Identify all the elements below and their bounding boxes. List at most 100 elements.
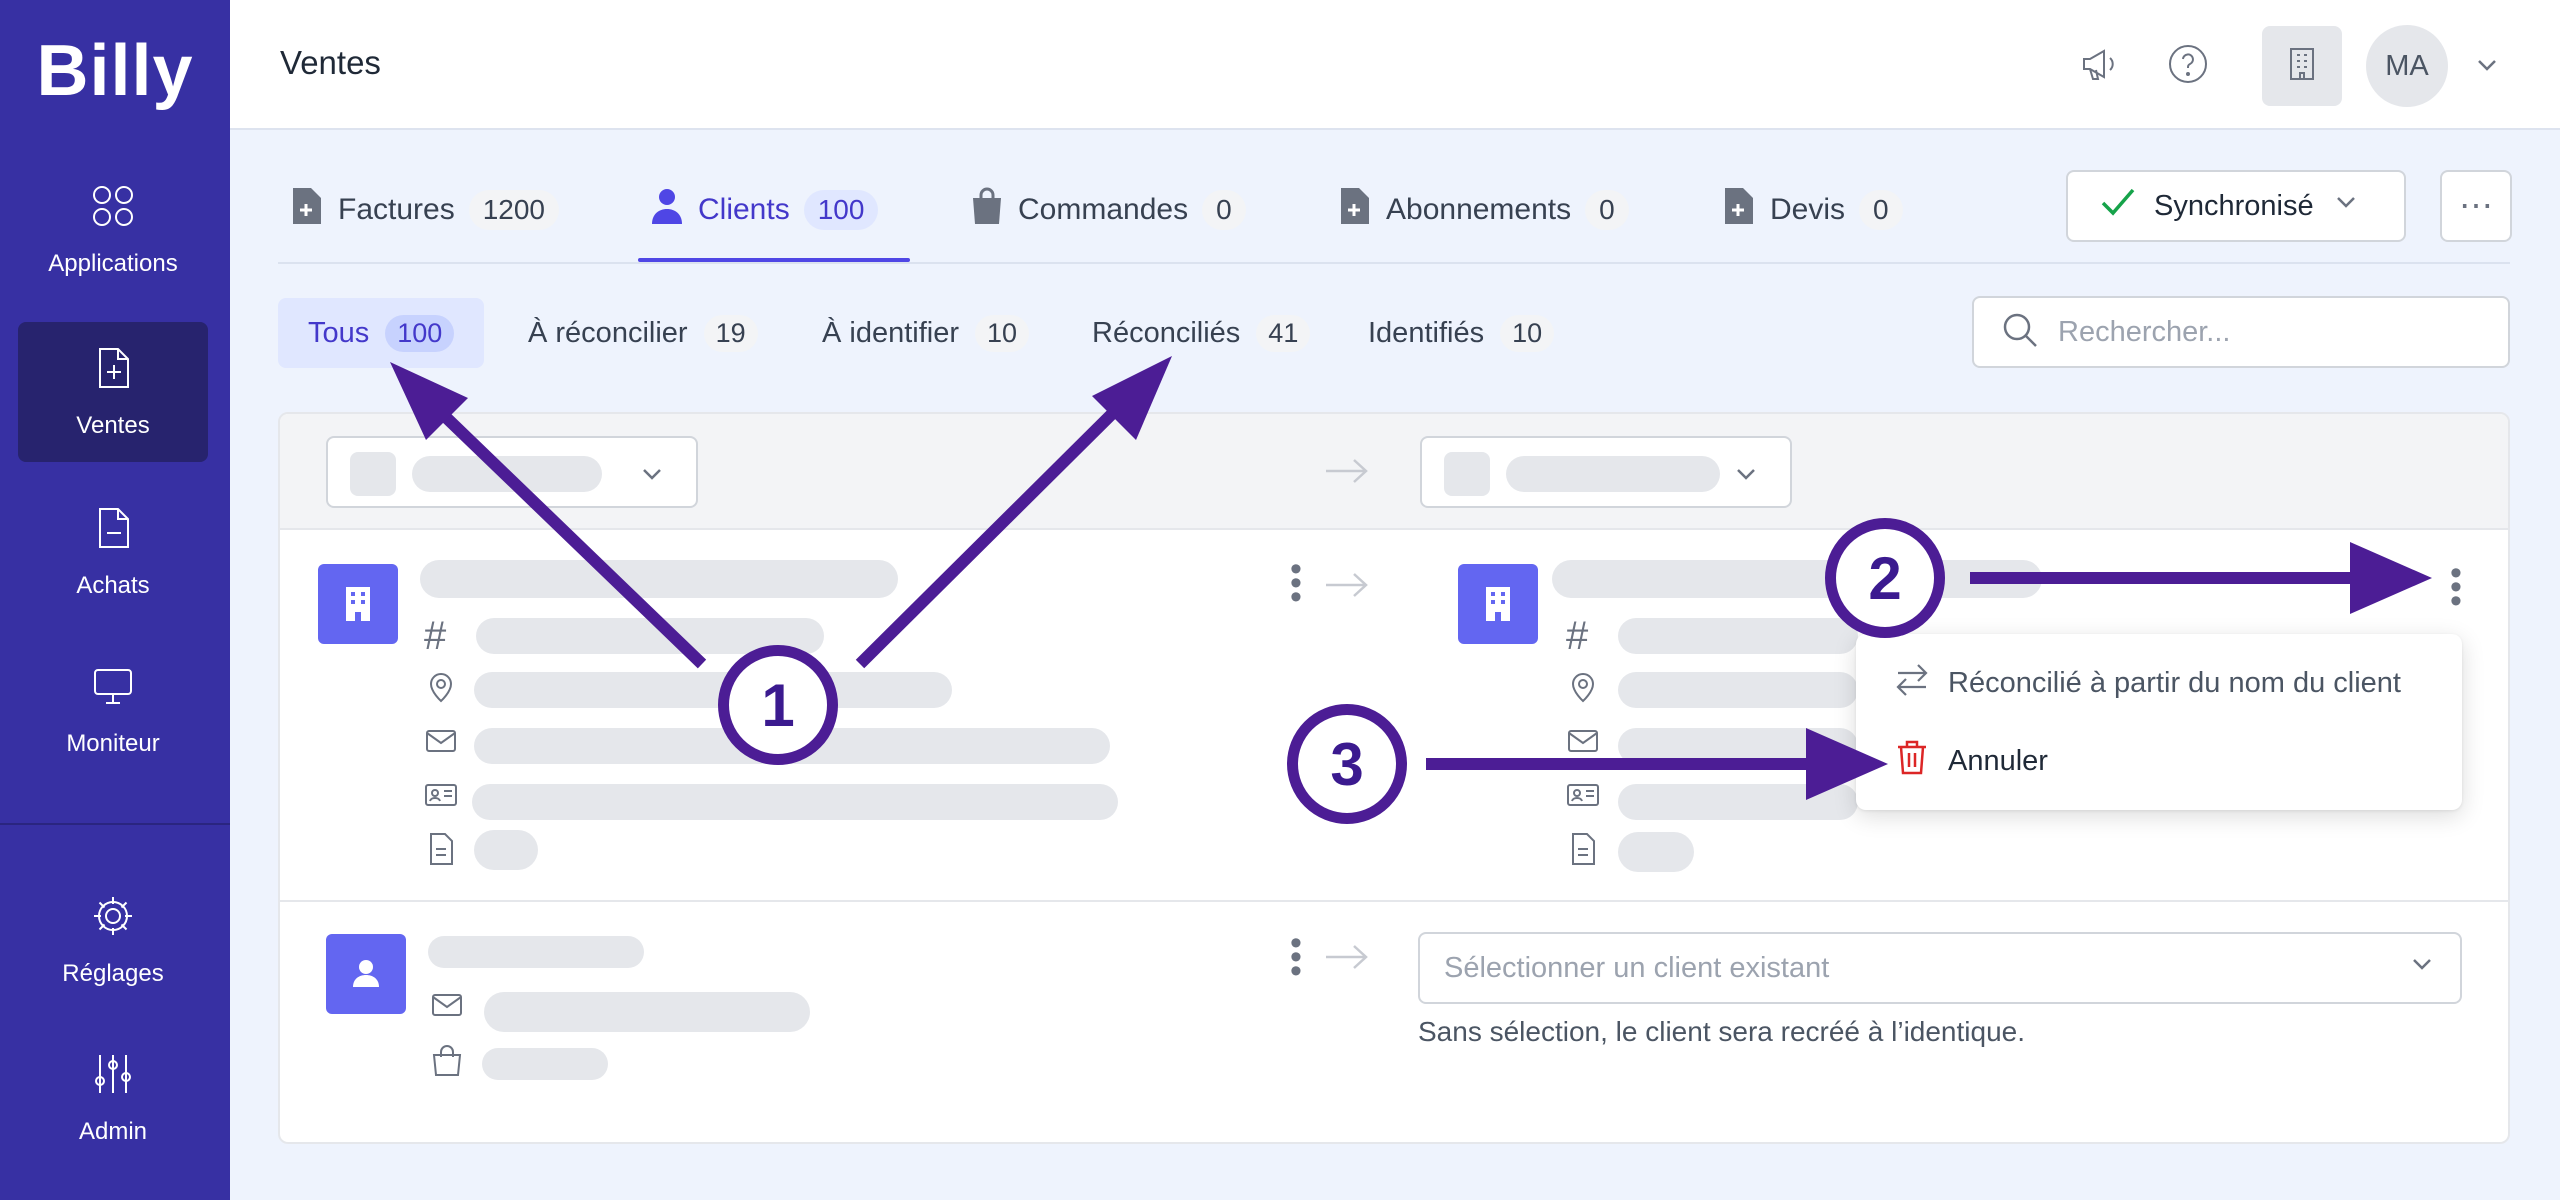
avatar[interactable]: MA: [2366, 25, 2448, 107]
chevron-down-icon[interactable]: [2472, 50, 2502, 85]
mail-icon: [424, 724, 458, 763]
target-select-placeholder[interactable]: [1420, 436, 1792, 508]
skeleton: [420, 560, 898, 598]
help-icon[interactable]: [2158, 34, 2218, 94]
skeleton: [484, 992, 810, 1032]
filter-reconcilies[interactable]: Réconciliés 41: [1062, 298, 1340, 368]
client-select-placeholder: Sélectionner un client existant: [1444, 951, 1830, 984]
document-icon: [1566, 832, 1600, 871]
sidebar: Billy Applications Ventes Achats Moniteu…: [0, 0, 230, 1200]
filter-count: 41: [1256, 314, 1311, 352]
annotation-badge-3: 3: [1287, 704, 1407, 824]
sidebar-item-label: Ventes: [76, 411, 150, 439]
sidebar-item-label: Moniteur: [66, 729, 160, 757]
filter-a-reconcilier[interactable]: À réconcilier 19: [498, 298, 788, 368]
arrow-right-icon: [1324, 570, 1370, 605]
tab-count: 0: [1585, 190, 1629, 230]
company-avatar: [1458, 564, 1538, 644]
row-divider: [280, 900, 2508, 902]
sliders-icon: [90, 1051, 136, 1104]
sidebar-item-applications[interactable]: Applications: [18, 160, 208, 300]
menu-item-reconciled[interactable]: Réconcilié à partir du nom du client: [1856, 644, 2462, 722]
filter-count: 100: [385, 314, 455, 352]
id-card-icon: [424, 778, 458, 817]
company-avatar: [318, 564, 398, 644]
tab-clients[interactable]: Clients 100: [650, 178, 879, 242]
skeleton: [1444, 452, 1490, 496]
sync-status-button[interactable]: Synchronisé: [2066, 170, 2406, 242]
tab-count: 0: [1859, 190, 1903, 230]
more-horizontal-icon: ⋯: [2459, 187, 2493, 225]
row-actions-kebab[interactable]: • • •: [2444, 556, 2468, 618]
tab-label: Abonnements: [1386, 193, 1572, 226]
skeleton: [474, 830, 538, 870]
active-tab-indicator: [638, 258, 910, 262]
app-logo: Billy: [36, 31, 194, 111]
row-actions-kebab[interactable]: • • •: [1284, 926, 1308, 988]
trash-icon: [1892, 737, 1932, 785]
sidebar-item-label: Admin: [78, 1117, 148, 1145]
filter-identifies[interactable]: Identifiés 10: [1338, 298, 1584, 368]
mail-icon: [1566, 724, 1600, 763]
tab-commandes[interactable]: Commandes 0: [970, 178, 1246, 242]
more-options-button[interactable]: ⋯: [2440, 170, 2512, 242]
tab-count: 1200: [468, 190, 560, 230]
building-icon: [2283, 45, 2321, 88]
filter-label: Réconciliés: [1092, 316, 1241, 349]
filter-count: 10: [975, 314, 1030, 352]
organization-button[interactable]: [2262, 26, 2342, 106]
apps-grid-icon: [90, 183, 136, 236]
filter-count: 10: [1500, 314, 1555, 352]
row-actions-kebab[interactable]: • • •: [1284, 552, 1308, 614]
skeleton: [428, 936, 644, 968]
menu-item-annuler[interactable]: Annuler: [1856, 722, 2462, 800]
search-input[interactable]: [2058, 315, 2498, 349]
id-card-icon: [1566, 778, 1600, 817]
search-icon: [2000, 310, 2040, 355]
tab-factures[interactable]: Factures 1200: [290, 178, 560, 242]
sidebar-item-achats[interactable]: Achats: [18, 482, 208, 622]
card-header: [280, 414, 2508, 530]
page-title: Ventes: [280, 44, 381, 81]
skeleton: [412, 456, 602, 492]
skeleton: [472, 784, 1118, 820]
skeleton: [1618, 728, 1858, 764]
sidebar-item-moniteur[interactable]: Moniteur: [18, 640, 208, 780]
skeleton: [474, 672, 952, 708]
sidebar-item-label: Réglages: [62, 959, 164, 987]
chevron-down-icon: [2408, 950, 2436, 986]
sidebar-item-label: Applications: [48, 249, 178, 277]
filter-count: 19: [703, 314, 758, 352]
filter-label: Tous: [308, 316, 370, 349]
tab-label: Factures: [338, 193, 455, 226]
filter-label: Identifiés: [1368, 316, 1485, 349]
sidebar-item-admin[interactable]: Admin: [18, 1028, 208, 1168]
sidebar-item-ventes[interactable]: Ventes: [18, 322, 208, 462]
menu-item-label: Réconcilié à partir du nom du client: [1948, 666, 2401, 699]
search-box[interactable]: [1972, 296, 2510, 368]
sidebar-item-reglages[interactable]: Réglages: [18, 870, 208, 1010]
source-select-placeholder[interactable]: [326, 436, 698, 508]
document-icon: [424, 832, 458, 871]
hash-icon: #: [424, 614, 447, 658]
arrow-right-icon: [1324, 942, 1370, 977]
gear-icon: [90, 893, 136, 946]
building-icon: [346, 587, 370, 621]
document-plus-icon: [1722, 186, 1756, 234]
skeleton: [1552, 560, 2042, 598]
tab-label: Clients: [698, 193, 790, 226]
megaphone-icon[interactable]: [2070, 34, 2130, 94]
tab-devis[interactable]: Devis 0: [1722, 178, 1903, 242]
building-icon: [1486, 587, 1510, 621]
tab-label: Devis: [1770, 193, 1846, 226]
check-icon: [2100, 186, 2136, 226]
hash-icon: #: [1566, 614, 1589, 658]
client-select-dropdown[interactable]: Sélectionner un client existant: [1418, 932, 2462, 1004]
document-plus-icon: [90, 345, 136, 398]
tab-abonnements[interactable]: Abonnements 0: [1338, 178, 1629, 242]
skeleton: [1618, 672, 1858, 708]
skeleton: [1618, 832, 1694, 872]
filter-tous[interactable]: Tous 100: [278, 298, 485, 368]
filter-a-identifier[interactable]: À identifier 10: [792, 298, 1059, 368]
menu-item-label: Annuler: [1948, 744, 2048, 777]
